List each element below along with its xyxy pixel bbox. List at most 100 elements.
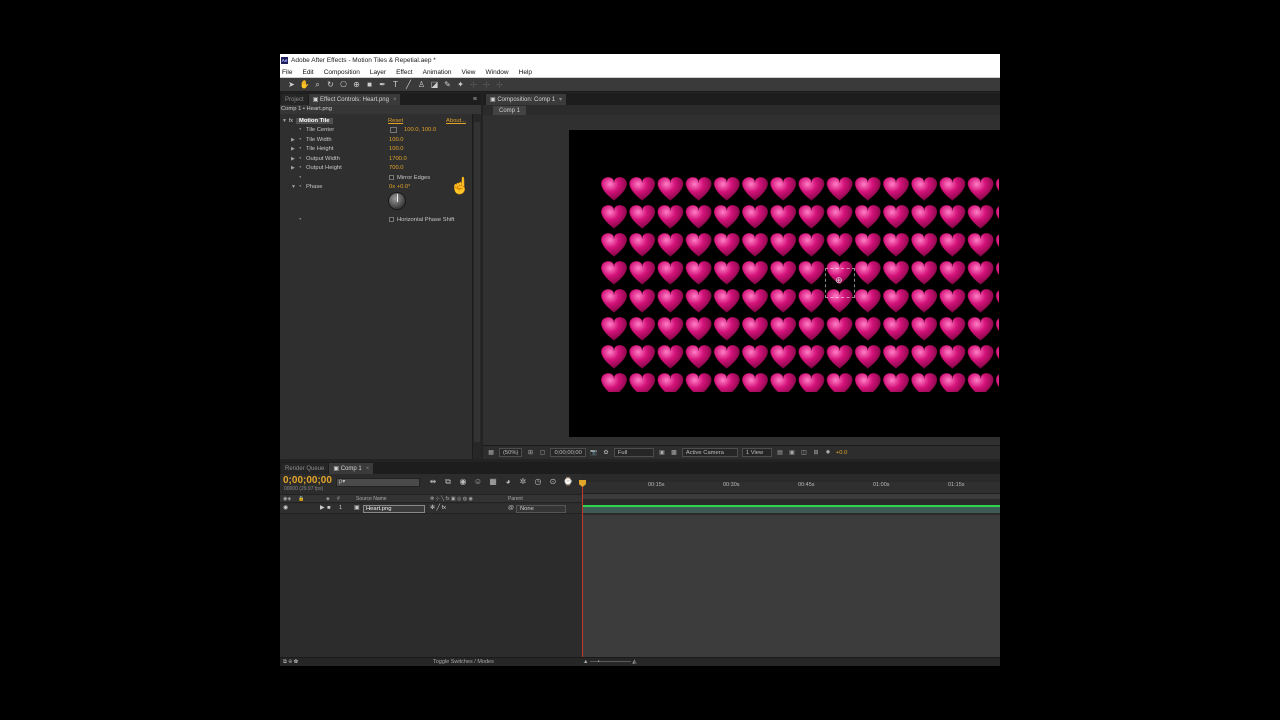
toggle-switches-modes-button[interactable]: Toggle Switches / Modes (433, 659, 494, 665)
transparency-grid-icon[interactable]: ▩ (670, 450, 678, 456)
phase-value[interactable]: 0x +0.0° (389, 184, 411, 190)
label-column-icon[interactable]: ◈ (326, 496, 330, 502)
eraser-tool-icon[interactable]: ◪ (429, 79, 440, 90)
layer-duration-bar[interactable] (583, 505, 1000, 513)
motion-tile-hearts-layer[interactable] (601, 174, 999, 392)
flowchart-icon[interactable]: ⊞ (812, 450, 820, 456)
stopwatch-icon[interactable]: ◔ (298, 127, 302, 133)
brainstorm-icon[interactable]: ✲ (518, 477, 528, 487)
reset-link[interactable]: Reset (388, 118, 403, 124)
fx-badge-icon[interactable]: fx (289, 118, 293, 124)
snapshot-icon[interactable]: 📷 (590, 450, 598, 456)
adjust-keyframes-icon[interactable]: ⊙ (548, 477, 558, 487)
menu-view[interactable]: View (457, 69, 481, 76)
composition-canvas[interactable] (569, 130, 1000, 437)
video-visibility-icon[interactable]: ◉ (283, 505, 288, 511)
layer-name-field[interactable]: Heart.png (363, 505, 425, 513)
grid-icon[interactable]: ⊞ (526, 450, 534, 456)
parent-dropdown[interactable]: None (516, 505, 566, 513)
region-of-interest-icon[interactable]: ▣ (658, 450, 666, 456)
resolution-dropdown[interactable]: Full (613, 448, 654, 457)
axis-world-icon[interactable]: ⊹ (481, 79, 492, 90)
parent-column[interactable]: Parent (508, 496, 523, 502)
menu-effect[interactable]: Effect (391, 69, 418, 76)
dropdown-chevron-icon[interactable]: ▾ (559, 96, 562, 103)
rotate-tool-icon[interactable]: ↻ (325, 79, 336, 90)
tab-composition[interactable]: ▣ Composition: Comp 1 ▾ (486, 94, 567, 105)
time-ruler[interactable]: 00:15s 00:30s 00:45s 01:00s 01:15s (582, 482, 1000, 494)
always-preview-icon[interactable]: ▦ (487, 450, 495, 456)
about-link[interactable]: About... (446, 118, 466, 124)
horizontal-phase-shift-checkbox[interactable] (389, 217, 394, 223)
table-row[interactable]: ◉ ▶ ■ 1 ▣ Heart.png ✻ ╱ fx @ None (280, 504, 582, 514)
composition-viewer[interactable] (483, 115, 1000, 445)
views-dropdown[interactable]: 1 View (741, 448, 772, 457)
hand-tool-icon[interactable]: ✋ (299, 79, 310, 90)
draft-3d-icon[interactable]: ◉ (458, 477, 468, 487)
panel-menu-icon[interactable]: ≡ (473, 96, 477, 103)
hide-shy-layers-icon[interactable]: ☺ (473, 477, 483, 487)
close-icon[interactable]: × (393, 97, 397, 103)
anchor-point-handle[interactable] (825, 268, 855, 298)
menu-file[interactable]: File (280, 69, 297, 76)
clone-stamp-tool-icon[interactable]: ♙ (416, 79, 427, 90)
pen-tool-icon[interactable]: ✒ (377, 79, 388, 90)
work-area-bar[interactable] (582, 494, 1000, 499)
selection-tool-icon[interactable]: ➤ (286, 79, 297, 90)
output-width-value[interactable]: 1700.0 (389, 156, 407, 162)
current-time-display[interactable]: 0;00;00;00 (283, 475, 332, 486)
toggle-pixel-aspect-icon[interactable]: ▤ (776, 450, 784, 456)
menu-animation[interactable]: Animation (418, 69, 457, 76)
collapse-triangle-icon[interactable]: ▼ (291, 184, 296, 190)
rectangle-tool-icon[interactable]: ■ (364, 79, 375, 90)
show-channel-icon[interactable]: ✿ (602, 450, 610, 456)
tab-effect-controls[interactable]: ▣ Effect Controls: Heart.png × (308, 94, 401, 105)
expand-triangle-icon[interactable]: ▶ (291, 156, 295, 162)
exposure-icon[interactable]: ✹ (824, 450, 832, 456)
exposure-value[interactable]: +0.0 (836, 450, 847, 456)
roto-brush-tool-icon[interactable]: ✎ (442, 79, 453, 90)
type-tool-icon[interactable]: T (390, 79, 401, 90)
expand-triangle-icon[interactable]: ▶ (291, 137, 295, 143)
brush-tool-icon[interactable]: ╱ (403, 79, 414, 90)
expand-triangle-icon[interactable]: ▶ (320, 505, 324, 511)
current-time-indicator[interactable] (582, 480, 583, 657)
close-icon[interactable]: × (366, 466, 370, 472)
puppet-tool-icon[interactable]: ✦ (455, 79, 466, 90)
effect-header-motion-tile[interactable]: ▼ fx Motion Tile Reset About... (280, 116, 472, 126)
source-name-column[interactable]: Source Name (356, 496, 387, 502)
expand-triangle-icon[interactable]: ▶ (291, 146, 295, 152)
stopwatch-icon[interactable]: ◔ (298, 184, 302, 190)
camera-tool-icon[interactable]: ⎔ (338, 79, 349, 90)
menu-window[interactable]: Window (481, 69, 514, 76)
zoom-tool-icon[interactable]: ⌕ (312, 79, 323, 90)
zoom-slider-icon[interactable]: ▲ ──▪──────── ◭ (583, 659, 637, 665)
tile-width-value[interactable]: 100.0 (389, 137, 404, 143)
effect-controls-scrollbar[interactable] (472, 114, 481, 459)
stopwatch-icon[interactable]: ◔ (298, 137, 302, 143)
stopwatch-icon[interactable]: ◔ (298, 165, 302, 171)
camera-dropdown[interactable]: Active Camera (681, 448, 738, 457)
stopwatch-icon[interactable]: ◔ (298, 146, 302, 152)
axis-mode-icon[interactable]: ⊹ (468, 79, 479, 90)
menu-help[interactable]: Help (514, 69, 537, 76)
menu-composition[interactable]: Composition (319, 69, 365, 76)
tab-render-queue[interactable]: Render Queue (281, 463, 329, 474)
mirror-edges-checkbox[interactable] (389, 175, 394, 181)
output-height-value[interactable]: 700.0 (389, 165, 404, 171)
timeline-graph-area[interactable]: 00:15s 00:30s 00:45s 01:00s 01:15s (579, 474, 1000, 657)
motion-blur-icon[interactable]: ◕ (503, 477, 513, 487)
collapse-triangle-icon[interactable]: ▼ (282, 118, 287, 124)
tile-center-value[interactable]: 100.0, 100.0 (404, 127, 436, 133)
layer-switches-icons[interactable]: ✻ ╱ fx (430, 505, 446, 511)
fast-previews-icon[interactable]: ▣ (788, 450, 796, 456)
live-update-icon[interactable]: ⧉ (443, 477, 453, 487)
mask-icon[interactable]: ▢ (538, 450, 546, 456)
stopwatch-icon[interactable]: ◔ (298, 175, 302, 181)
tab-comp-1-timeline[interactable]: ▣ Comp 1 × (329, 463, 374, 474)
timeline-search-input[interactable]: ρ▾ (336, 478, 420, 487)
timeline-icon[interactable]: ◫ (800, 450, 808, 456)
composition-mini-flowchart-icon[interactable]: ⇹ (428, 477, 438, 487)
axis-view-icon[interactable]: ⊹ (494, 79, 505, 90)
timeline-empty-area[interactable] (582, 515, 1000, 657)
